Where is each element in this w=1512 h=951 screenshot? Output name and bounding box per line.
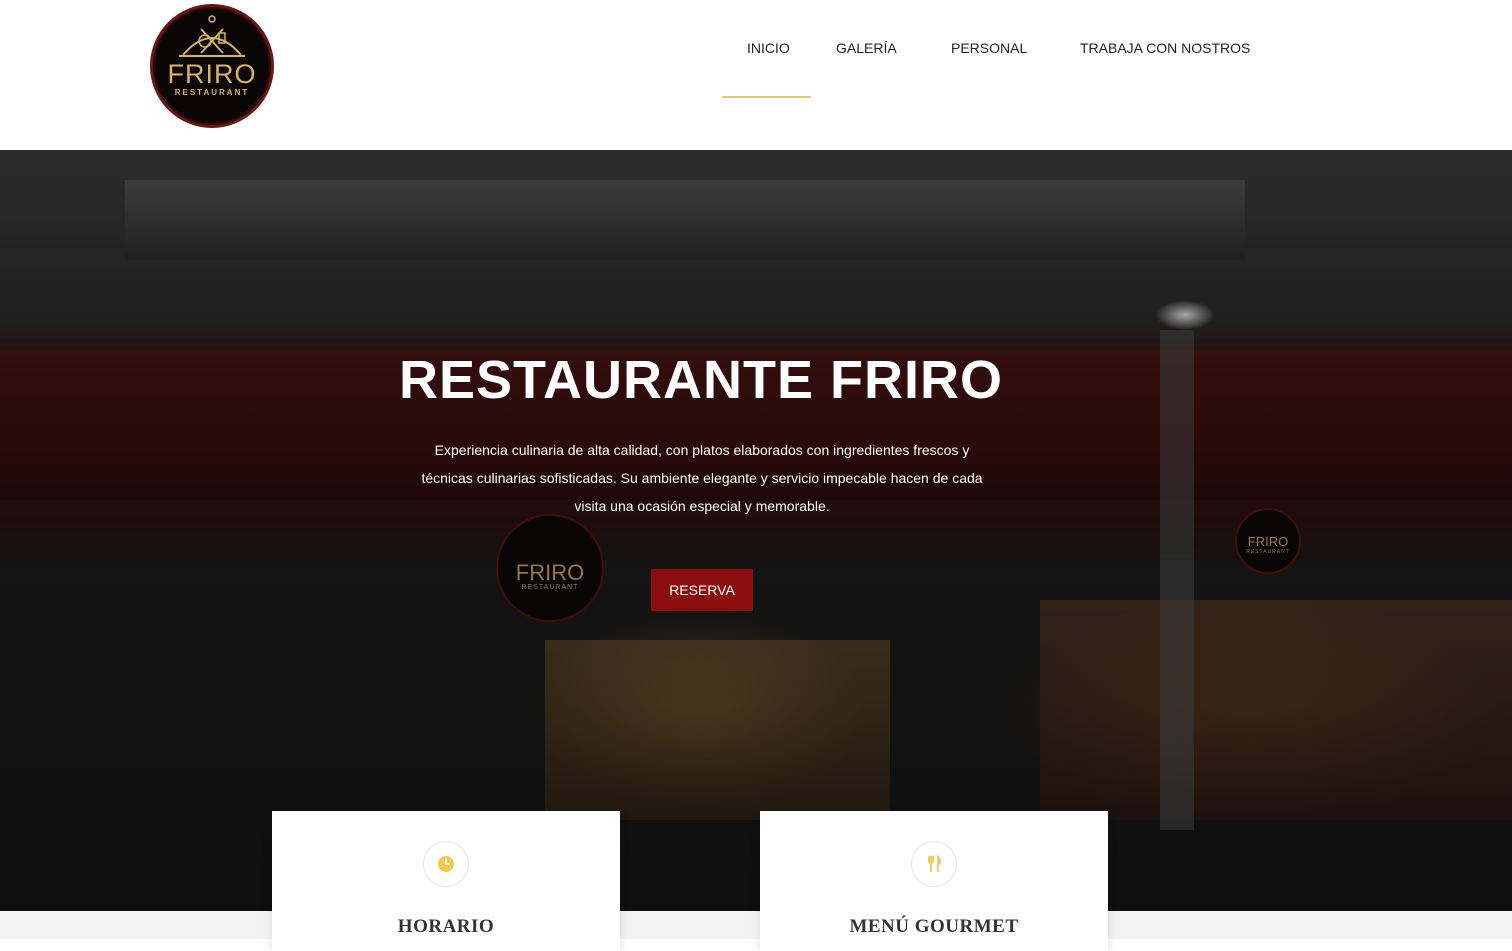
site-header: FRIRO RESTAURANT INICIO GALERÍA PERSONAL…	[0, 0, 1512, 150]
hero-section: FRIRO RESTAURANT FRIRO RESTAURANT RESTAU…	[0, 150, 1512, 911]
logo-name: FRIRO	[167, 59, 257, 89]
card-menu-gourmet[interactable]: MENÚ GOURMET	[760, 811, 1108, 951]
card-horario[interactable]: HORARIO	[272, 811, 620, 951]
hero-description: Experiencia culinaria de alta calidad, c…	[421, 442, 983, 514]
logo-subtitle: RESTAURANT	[174, 88, 250, 97]
section-background-strip	[0, 911, 1512, 939]
nav-personal[interactable]: PERSONAL	[951, 40, 1027, 56]
nav-inicio[interactable]: INICIO	[747, 40, 790, 56]
nav-trabaja-con-nostros[interactable]: TRABAJA CON NOSTROS	[1080, 40, 1250, 56]
active-nav-indicator	[722, 96, 811, 98]
nav-galeria[interactable]: GALERÍA	[836, 40, 897, 56]
restaurant-logo[interactable]: FRIRO RESTAURANT	[150, 4, 274, 128]
clock-icon	[423, 841, 469, 887]
reserve-button[interactable]: RESERVA	[651, 569, 753, 611]
cutlery-icon	[911, 841, 957, 887]
card-horario-title: HORARIO	[397, 916, 495, 937]
card-menu-gourmet-title: MENÚ GOURMET	[849, 916, 1019, 937]
hero-title: RESTAURANTE FRIRO	[399, 350, 1003, 410]
hero-overlay	[0, 150, 1512, 911]
